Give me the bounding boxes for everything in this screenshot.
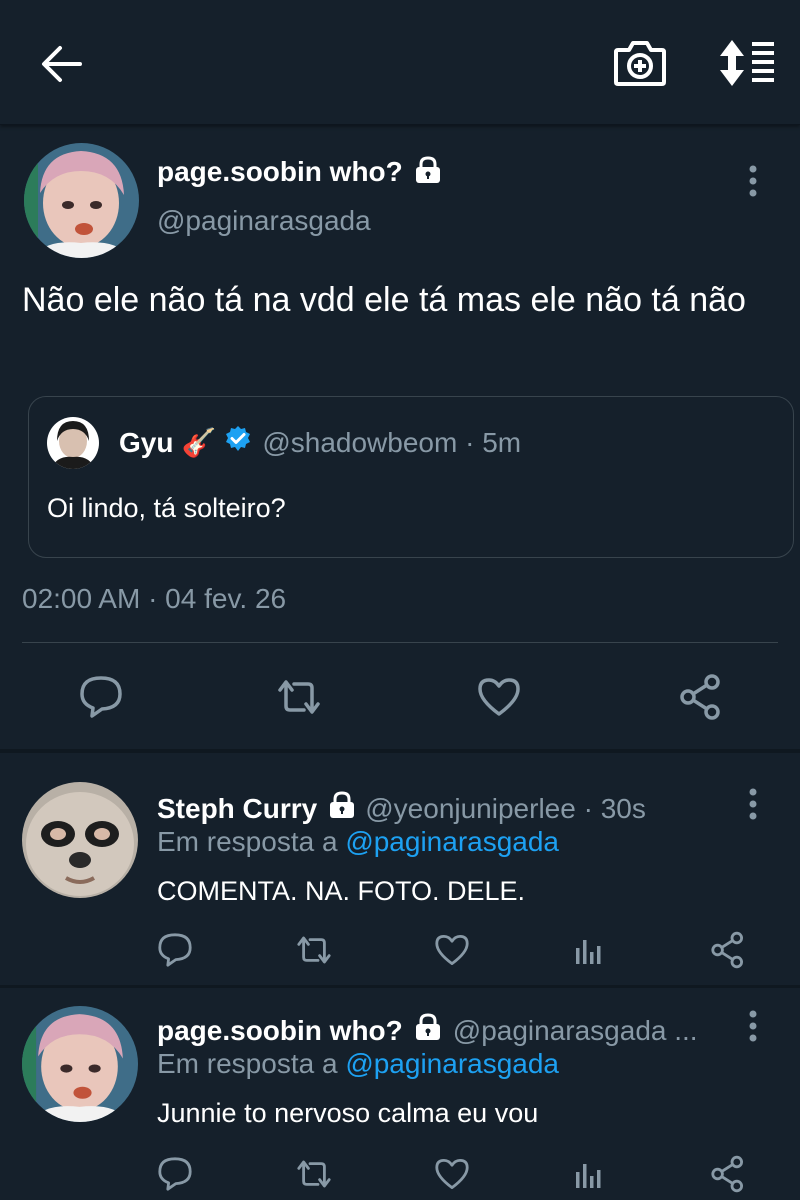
- quoted-tweet[interactable]: Gyu 🎸 @shadowbeom · 5m Oi lindo, tá solt…: [28, 396, 794, 558]
- share-icon[interactable]: [708, 1154, 748, 1194]
- lock-icon: [413, 155, 443, 192]
- reply-text: COMENTA. NA. FOTO. DELE.: [157, 876, 526, 906]
- lock-icon: [327, 790, 357, 827]
- analytics-icon[interactable]: [570, 930, 610, 970]
- quoted-text: Oi lindo, tá solteiro?: [47, 493, 286, 523]
- reply-item[interactable]: page.soobin who? @paginarasgada ... Em r…: [0, 994, 800, 1200]
- reply-context: Em resposta a @paginarasgada: [157, 1048, 559, 1080]
- reply-author-name[interactable]: Steph Curry: [157, 793, 317, 825]
- tweet-timestamp: 02:00 AM · 04 fev. 26: [22, 583, 287, 614]
- avatar[interactable]: [22, 1006, 138, 1122]
- divider: [22, 642, 778, 643]
- reply-to-link[interactable]: @paginarasgada: [345, 1048, 559, 1079]
- reply-handle-time[interactable]: @paginarasgada ...: [453, 1015, 698, 1047]
- quoted-header: Gyu 🎸 @shadowbeom · 5m: [119, 425, 521, 460]
- section-separator: [0, 749, 800, 753]
- analytics-icon[interactable]: [570, 1154, 610, 1194]
- guitar-emoji: 🎸: [181, 427, 217, 458]
- section-separator: [0, 985, 800, 988]
- reply-header: Steph Curry @yeonjuniperlee · 30s: [157, 790, 737, 827]
- share-icon[interactable]: [708, 930, 748, 970]
- quoted-handle-time[interactable]: @shadowbeom · 5m: [262, 427, 521, 459]
- author-handle[interactable]: @paginarasgada: [157, 205, 371, 237]
- retweet-icon[interactable]: [294, 1154, 334, 1194]
- tweet-text: Não ele não tá na vdd ele tá mas ele não…: [22, 281, 746, 319]
- reply-author-name[interactable]: page.soobin who?: [157, 1015, 403, 1047]
- more-vertical-icon[interactable]: [743, 1008, 763, 1044]
- reply-text: Junnie to nervoso calma eu vou: [157, 1098, 539, 1128]
- like-icon[interactable]: [432, 930, 472, 970]
- reply-header: page.soobin who? @paginarasgada ...: [157, 1012, 737, 1049]
- top-bar: [0, 0, 800, 125]
- like-icon[interactable]: [474, 672, 524, 722]
- reply-prefix: Em resposta a: [157, 826, 338, 857]
- avatar[interactable]: [22, 782, 138, 898]
- author-name-text[interactable]: page.soobin who?: [157, 156, 403, 187]
- camera-plus-icon[interactable]: [612, 38, 668, 88]
- lock-icon: [413, 1012, 443, 1049]
- share-icon[interactable]: [676, 672, 726, 722]
- quoted-author-name[interactable]: Gyu: [119, 427, 173, 459]
- reply-item[interactable]: Steph Curry @yeonjuniperlee · 30s Em res…: [0, 770, 800, 985]
- retweet-icon[interactable]: [294, 930, 334, 970]
- reply-icon[interactable]: [76, 672, 126, 722]
- reply-icon[interactable]: [155, 930, 195, 970]
- retweet-icon[interactable]: [274, 672, 324, 722]
- back-arrow-icon[interactable]: [40, 42, 84, 86]
- more-vertical-icon[interactable]: [743, 786, 763, 822]
- more-vertical-icon[interactable]: [743, 163, 763, 199]
- sort-icon[interactable]: [716, 38, 776, 88]
- reply-context: Em resposta a @paginarasgada: [157, 826, 559, 858]
- reply-to-link[interactable]: @paginarasgada: [345, 826, 559, 857]
- avatar[interactable]: [47, 417, 99, 469]
- reply-handle-time[interactable]: @yeonjuniperlee · 30s: [365, 793, 646, 825]
- author-name[interactable]: page.soobin who?: [157, 155, 443, 192]
- verified-icon: [224, 425, 252, 460]
- reply-icon[interactable]: [155, 1154, 195, 1194]
- reply-prefix: Em resposta a: [157, 1048, 338, 1079]
- avatar[interactable]: [24, 143, 139, 258]
- like-icon[interactable]: [432, 1154, 472, 1194]
